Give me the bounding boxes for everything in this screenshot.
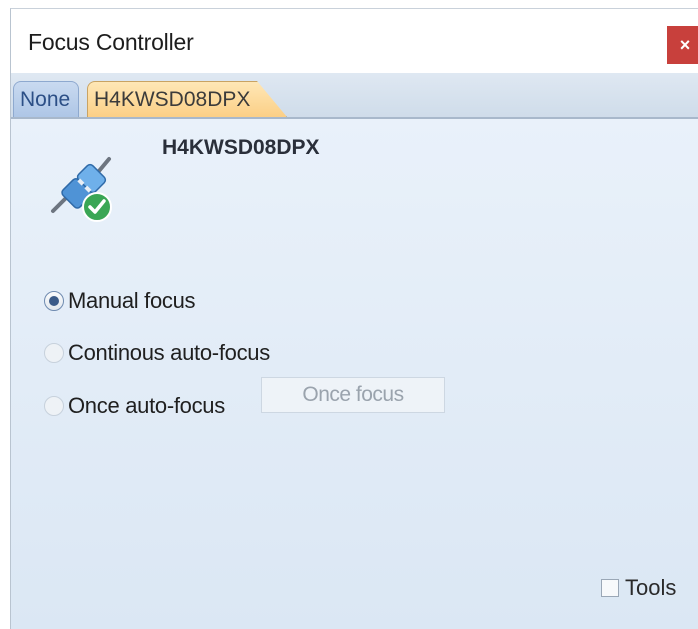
once-focus-button[interactable]: Once focus bbox=[261, 377, 445, 413]
close-icon: × bbox=[679, 34, 691, 55]
tab-strip: None H4KWSD08DPX bbox=[11, 73, 698, 119]
focus-controller-window: Focus Controller × None H4KWSD08DPX H4KW… bbox=[10, 8, 698, 629]
continuous-autofocus-radio[interactable] bbox=[44, 343, 64, 363]
title-bar[interactable]: Focus Controller × bbox=[11, 9, 698, 73]
tab-device[interactable]: H4KWSD08DPX bbox=[87, 81, 287, 117]
tab-device-label: H4KWSD08DPX bbox=[94, 87, 251, 111]
tab-none[interactable]: None bbox=[13, 81, 79, 117]
tools-checkbox[interactable] bbox=[601, 579, 619, 597]
tab-none-label: None bbox=[20, 87, 71, 111]
continuous-autofocus-option[interactable]: Continous auto-focus bbox=[44, 340, 270, 366]
tools-label: Tools bbox=[625, 575, 677, 600]
window-title: Focus Controller bbox=[28, 29, 194, 55]
close-button[interactable]: × bbox=[667, 26, 698, 64]
device-panel: H4KWSD08DPX Manual focus Continous auto-… bbox=[11, 119, 698, 629]
plug-connected-icon bbox=[51, 157, 112, 222]
device-name: H4KWSD08DPX bbox=[162, 136, 320, 159]
continuous-autofocus-label: Continous auto-focus bbox=[68, 340, 270, 365]
once-autofocus-label: Once auto-focus bbox=[68, 393, 225, 418]
tools-toggle[interactable]: Tools bbox=[601, 575, 676, 601]
once-autofocus-radio[interactable] bbox=[44, 396, 64, 416]
once-autofocus-option[interactable]: Once auto-focus bbox=[44, 393, 225, 419]
manual-focus-option[interactable]: Manual focus bbox=[44, 288, 196, 314]
manual-focus-radio[interactable] bbox=[44, 291, 64, 311]
manual-focus-label: Manual focus bbox=[68, 288, 196, 313]
